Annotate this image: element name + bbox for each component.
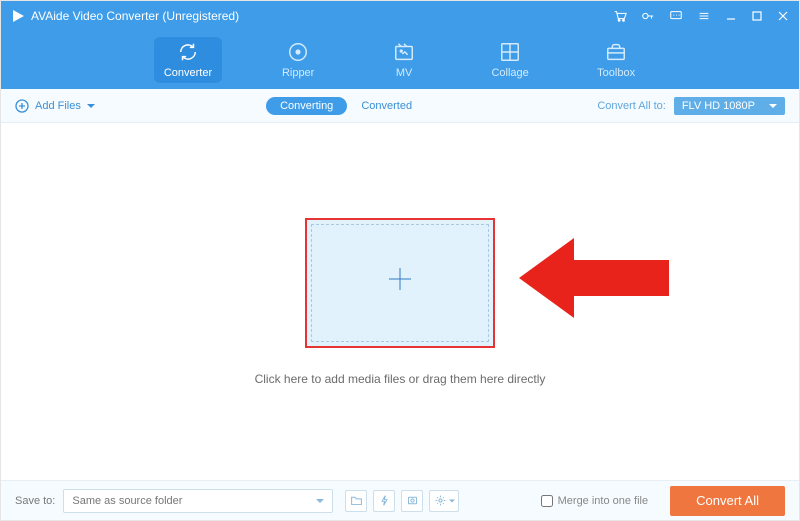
- convert-all-button[interactable]: Convert All: [670, 486, 785, 516]
- flash-icon[interactable]: [373, 490, 395, 512]
- chevron-down-icon: [87, 102, 95, 110]
- nav-bar: Converter Ripper MV Collage Toolbox: [1, 31, 799, 89]
- ripper-icon: [287, 41, 309, 63]
- folder-icon[interactable]: [345, 490, 367, 512]
- nav-mv[interactable]: MV: [374, 37, 434, 83]
- save-to-value: Same as source folder: [72, 495, 182, 507]
- key-icon[interactable]: [641, 9, 655, 23]
- nav-label: Collage: [491, 67, 528, 79]
- nav-label: MV: [396, 67, 413, 79]
- save-to-select[interactable]: Same as source folder: [63, 489, 333, 513]
- mv-icon: [393, 41, 415, 63]
- app-logo: AVAide Video Converter (Unregistered): [11, 9, 239, 23]
- nav-label: Ripper: [282, 67, 314, 79]
- bottom-icon-group: [345, 490, 459, 512]
- plus-circle-icon: [15, 99, 29, 113]
- nav-toolbox[interactable]: Toolbox: [586, 37, 646, 83]
- title-bar: AVAide Video Converter (Unregistered): [1, 1, 799, 31]
- chevron-down-icon: [769, 102, 777, 110]
- drop-area[interactable]: [305, 218, 495, 348]
- toolbox-icon: [605, 41, 627, 63]
- tab-converted[interactable]: Converted: [347, 97, 426, 115]
- nav-label: Converter: [164, 67, 212, 79]
- save-to-label: Save to:: [15, 495, 55, 507]
- app-window: AVAide Video Converter (Unregistered) Co…: [0, 0, 800, 521]
- main-area: Click here to add media files or drag th…: [1, 123, 799, 480]
- add-files-label: Add Files: [35, 100, 81, 112]
- instruction-text: Click here to add media files or drag th…: [255, 372, 546, 386]
- capture-icon[interactable]: [401, 490, 423, 512]
- close-icon[interactable]: [777, 10, 789, 22]
- nav-converter[interactable]: Converter: [154, 37, 222, 83]
- cart-icon[interactable]: [613, 9, 627, 23]
- status-tabs: Converting Converted: [95, 97, 597, 115]
- format-select[interactable]: FLV HD 1080P: [674, 97, 785, 115]
- nav-label: Toolbox: [597, 67, 635, 79]
- play-logo-icon: [11, 9, 25, 23]
- maximize-icon[interactable]: [751, 10, 763, 22]
- title-icons: [613, 9, 789, 23]
- convert-all-to: Convert All to: FLV HD 1080P: [597, 97, 785, 115]
- toolbar: Add Files Converting Converted Convert A…: [1, 89, 799, 123]
- chevron-down-icon: [316, 497, 324, 505]
- merge-checkbox[interactable]: Merge into one file: [541, 495, 649, 507]
- menu-icon[interactable]: [697, 9, 711, 23]
- add-files-button[interactable]: Add Files: [15, 99, 95, 113]
- drop-area-border: [311, 224, 489, 342]
- app-title: AVAide Video Converter (Unregistered): [31, 9, 239, 23]
- settings-icon[interactable]: [429, 490, 459, 512]
- convert-all-to-label: Convert All to:: [597, 100, 665, 112]
- message-icon[interactable]: [669, 9, 683, 23]
- annotation-arrow: [519, 233, 669, 328]
- converter-icon: [177, 41, 199, 63]
- nav-collage[interactable]: Collage: [480, 37, 540, 83]
- collage-icon: [499, 41, 521, 63]
- bottom-bar: Save to: Same as source folder Merge int…: [1, 480, 799, 520]
- merge-checkbox-input[interactable]: [541, 495, 553, 507]
- arrow-icon: [519, 233, 669, 323]
- tab-converting[interactable]: Converting: [266, 97, 347, 115]
- merge-label: Merge into one file: [558, 495, 649, 507]
- format-value: FLV HD 1080P: [682, 100, 755, 112]
- nav-ripper[interactable]: Ripper: [268, 37, 328, 83]
- minimize-icon[interactable]: [725, 10, 737, 22]
